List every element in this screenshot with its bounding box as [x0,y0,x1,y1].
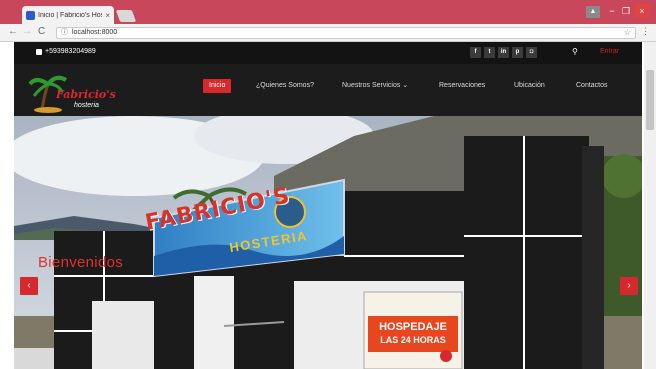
logo-subtitle: hosteria [74,102,99,109]
search-icon[interactable]: ⚲ [572,47,578,56]
info-icon: ⓘ [61,29,68,36]
nav-contactos[interactable]: Contactos [576,79,608,93]
address-bar-row: ← → C ⓘ localhost:8000 ☆ ⋮ [0,24,656,42]
hero-image [14,116,642,369]
user-icon[interactable]: ▲ [586,6,600,18]
minimize-button[interactable]: − [606,4,618,18]
new-tab-button[interactable] [115,10,137,22]
slider-prev-button[interactable]: ‹ [20,277,38,295]
main-navigation: Fabricio's hosteria Inicio ¿Quienes Somo… [14,64,642,116]
maximize-button[interactable]: ❐ [620,4,632,18]
linkedin-icon[interactable]: in [498,47,509,58]
close-window-button[interactable]: × [634,4,650,18]
pinterest-icon[interactable]: p [512,47,523,58]
tab-title: Inicio | Fabricio's Hoste [38,11,102,19]
logo-brand: Fabricio's [56,88,116,101]
nav-reservaciones[interactable]: Reservaciones [439,79,485,93]
scrollbar-thumb[interactable] [646,70,654,130]
phone-contact: +593983204989 [36,48,96,55]
browser-tab[interactable]: Inicio | Fabricio's Hoste × [22,6,114,24]
banner-line2: LAS 24 HORAS [380,335,446,345]
url-text: localhost:8000 [72,29,118,36]
facebook-icon[interactable]: f [470,47,481,58]
nav-inicio[interactable]: Inicio [203,79,232,93]
forward-icon[interactable]: → [22,26,32,37]
favicon-icon [26,10,35,20]
browser-menu-icon[interactable]: ⋮ [641,26,650,37]
phone-icon [36,48,42,55]
slider-next-button[interactable]: › [620,277,638,295]
hero-welcome-heading: Bienvenidos [38,254,124,271]
nav-servicios[interactable]: Nuestros Servicios ⌄ [342,79,408,93]
phone-number: +593983204989 [45,48,96,55]
twitter-icon[interactable]: t [484,47,495,58]
nav-quienes-somos[interactable]: ¿Quienes Somos? [256,79,314,93]
nav-ubicacion[interactable]: Ubicación [514,79,545,93]
instagram-icon[interactable]: ◘ [526,47,537,58]
banner-line1: HOSPEDAJE [379,321,447,333]
site-top-bar: +593983204989 f t in p ◘ ⚲ Entrar [14,42,642,64]
url-field[interactable]: ⓘ localhost:8000 ☆ [56,27,636,39]
back-icon[interactable]: ← [8,26,18,37]
bookmark-star-icon[interactable]: ☆ [624,28,631,38]
browser-tab-bar: Inicio | Fabricio's Hoste × ▲ − ❐ × [0,0,656,24]
login-link[interactable]: Entrar [600,48,619,55]
reload-icon[interactable]: C [38,26,45,37]
tab-close-icon[interactable]: × [105,11,110,20]
hero-slider: FABRICIO'S HOSTERIA HOSPEDAJE LAS 24 HOR… [14,116,642,369]
